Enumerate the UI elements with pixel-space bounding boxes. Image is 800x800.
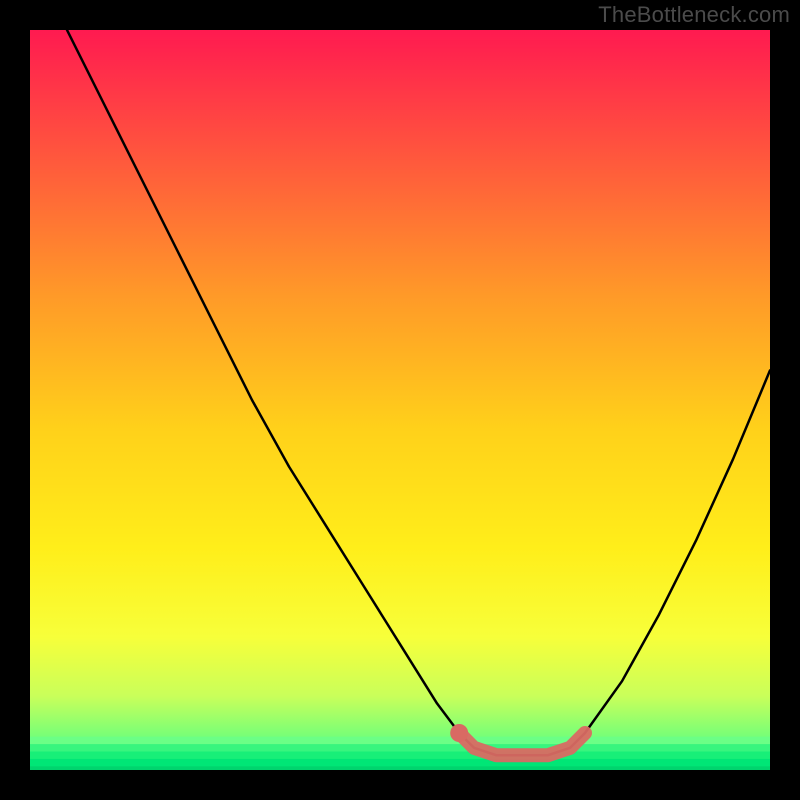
chart-plot-area (30, 30, 770, 770)
chart-stage: TheBottleneck.com (0, 0, 800, 800)
gradient-band (30, 766, 770, 770)
optimal-start-dot (450, 724, 468, 742)
watermark-text: TheBottleneck.com (598, 2, 790, 28)
gradient-background (30, 30, 770, 770)
chart-svg (30, 30, 770, 770)
